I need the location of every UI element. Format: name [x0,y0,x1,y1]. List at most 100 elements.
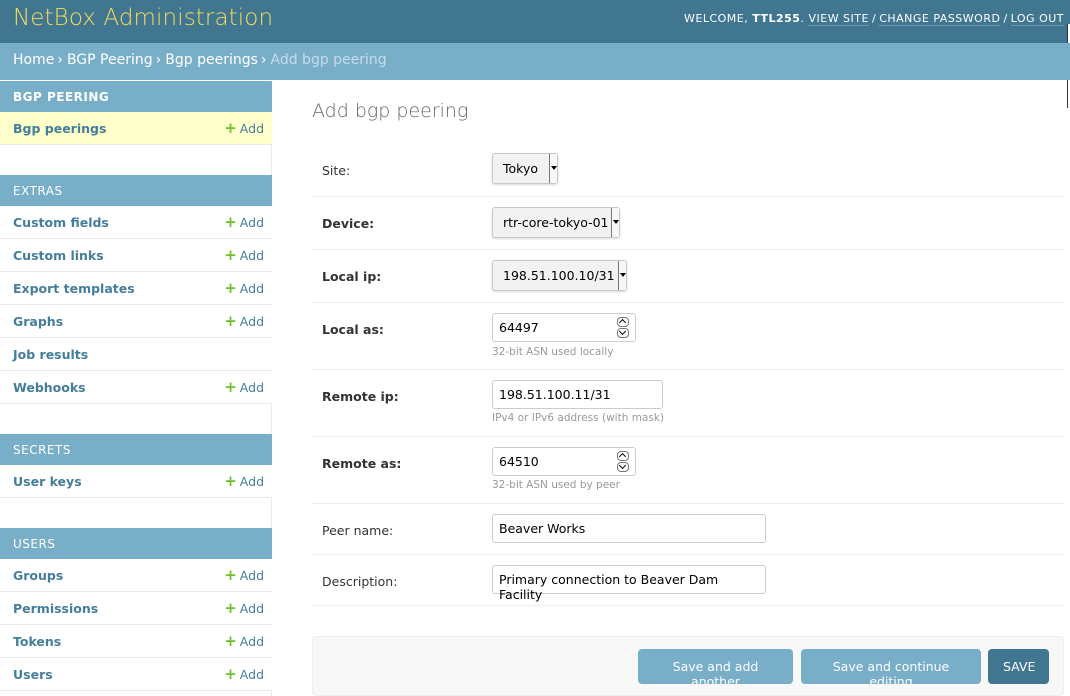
description-input[interactable]: Primary connection to Beaver Dam Facilit… [492,565,766,602]
local-as-label: Local as: [322,322,384,337]
sidebar-item-bgp-peerings: Bgp peerings + Add [0,112,272,145]
welcome-text: WELCOME, [684,12,749,25]
add-link[interactable]: + Add [224,378,264,396]
add-plus-icon: + [224,119,237,137]
add-link[interactable]: + Add [224,246,264,264]
form-row-peer-name: Peer name: Beaver Works [312,504,1064,555]
form-row-description: Description: Primary connection to Beave… [312,555,1064,606]
add-link[interactable]: + Add [224,119,264,137]
sidebar-item-permissions: Permissions + Add [0,592,272,625]
number-stepper[interactable] [617,451,629,472]
add-link[interactable]: + Add [224,632,264,650]
model-link[interactable]: Tokens [13,634,61,649]
module-users: Users Groups + Add Permissions + Add Token… [0,528,272,691]
remote-ip-input[interactable]: 198.51.100.11/31 [492,380,663,409]
sidebar-item-groups: Groups + Add [0,559,272,592]
add-link[interactable]: + Add [224,472,264,490]
log-out-link[interactable]: LOG OUT [1010,12,1064,26]
peer-name-input[interactable]: Beaver Works [492,514,766,543]
number-stepper[interactable] [617,317,629,338]
stepper-up-icon[interactable] [617,317,629,327]
site-title[interactable]: NetBox Administration [13,5,273,31]
add-plus-icon: + [224,378,237,396]
model-link[interactable]: Graphs [13,314,63,329]
site-select[interactable]: Tokyo [492,153,558,184]
module-bgp-peering: BGP Peering Bgp peerings + Add [0,81,272,145]
sidebar-item-webhooks: Webhooks + Add [0,371,272,404]
add-label: Add [239,248,264,263]
module-caption[interactable]: BGP Peering [0,81,272,112]
model-link[interactable]: User keys [13,474,82,489]
device-label: Device: [322,216,375,231]
model-link[interactable]: Webhooks [13,380,86,395]
stepper-up-icon[interactable] [617,451,629,461]
form-row-local-ip: Local ip: 198.51.100.10/31 [312,250,1064,303]
save-button[interactable]: SAVE [988,649,1049,684]
module-caption[interactable]: Extras [0,175,272,206]
add-plus-icon: + [224,472,237,490]
view-site-link[interactable]: VIEW SITE [808,12,869,26]
local-as-input[interactable]: 64497 [492,313,636,342]
model-link[interactable]: Users [13,667,53,682]
add-label: Add [239,474,264,489]
form-row-remote-as: Remote as: 64510 32-bit ASN used by peer [312,437,1064,504]
breadcrumb-bgp-peering[interactable]: BGP Peering [67,52,153,68]
module-caption[interactable]: Secrets [0,434,272,465]
model-link[interactable]: Bgp peerings [13,121,106,136]
local-as-value: 64497 [499,320,539,335]
add-label: Add [239,568,264,583]
sidebar-item-tokens: Tokens + Add [0,625,272,658]
breadcrumb-home[interactable]: Home [13,52,54,68]
breadcrumb-bgp-peerings[interactable]: Bgp peerings [165,52,258,68]
module-caption[interactable]: Users [0,528,272,559]
model-link[interactable]: Custom links [13,248,104,263]
breadcrumb: Home › BGP Peering › Bgp peerings › Add bgp pe… [0,43,1070,80]
peer-name-value: Beaver Works [499,521,586,536]
add-plus-icon: + [224,279,237,297]
form-row-site: Site: Tokyo [312,143,1064,197]
peer-name-label: Peer name: [322,523,394,538]
stepper-down-icon[interactable] [617,328,629,338]
change-password-link[interactable]: CHANGE PASSWORD [879,12,1001,26]
separator: / [871,12,877,25]
add-plus-icon: + [224,246,237,264]
add-label: Add [239,667,264,682]
sidebar-item-graphs: Graphs + Add [0,305,272,338]
breadcrumb-separator: › [260,52,267,68]
model-link[interactable]: Groups [13,568,63,583]
model-link[interactable]: Permissions [13,601,98,616]
remote-as-input[interactable]: 64510 [492,447,636,476]
add-link[interactable]: + Add [224,568,264,584]
remote-ip-value: 198.51.100.11/31 [499,387,611,402]
save-and-continue-button[interactable]: Save and continue editing [801,649,981,689]
add-link[interactable]: + Add [224,279,264,297]
add-link[interactable]: + Add [224,665,264,683]
add-label: Add [239,281,264,296]
local-as-help: 32-bit ASN used locally [492,346,614,358]
model-link[interactable]: Job results [13,347,88,362]
add-link[interactable]: + Add [224,213,264,231]
model-link[interactable]: Custom fields [13,215,109,230]
add-plus-icon: + [224,599,237,617]
description-value: Primary connection to Beaver Dam Facilit… [499,572,719,602]
sidebar-item-job-results: Job results [0,338,272,371]
remote-ip-help: IPv4 or IPv6 address (with mask) [492,412,665,424]
site-label: Site: [322,163,351,178]
local-ip-select[interactable]: 198.51.100.10/31 [492,260,627,291]
add-plus-icon: + [224,665,237,683]
add-plus-icon: + [224,632,237,650]
device-select-value: rtr-core-tokyo-01 [503,215,609,230]
chevron-down-icon [611,208,619,237]
form-row-local-as: Local as: 64497 32-bit ASN used locally [312,303,1064,370]
stepper-down-icon[interactable] [617,462,629,472]
device-select[interactable]: rtr-core-tokyo-01 [492,207,620,238]
local-ip-select-value: 198.51.100.10/31 [503,268,615,283]
add-label: Add [239,380,264,395]
add-plus-icon: + [224,213,237,231]
add-link[interactable]: + Add [224,314,264,330]
model-link[interactable]: Export templates [13,281,135,296]
save-and-add-another-button[interactable]: Save and add another [638,649,793,689]
add-label: Add [239,634,264,649]
remote-as-label: Remote as: [322,456,402,471]
add-link[interactable]: + Add [224,599,264,617]
